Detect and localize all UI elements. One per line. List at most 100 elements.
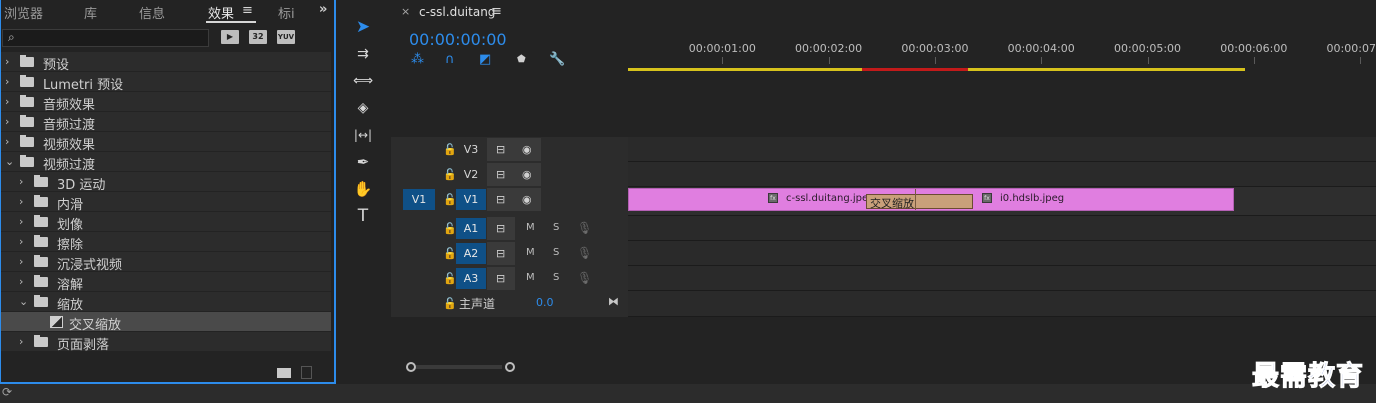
mute-button[interactable]: M bbox=[526, 222, 535, 233]
lock-icon[interactable]: 🔓 bbox=[443, 297, 457, 310]
type-tool-icon[interactable]: T bbox=[349, 204, 377, 228]
sync-lock-icon[interactable]: ⊟ bbox=[496, 193, 505, 206]
lock-icon[interactable]: 🔓 bbox=[443, 222, 457, 235]
mute-button[interactable]: M bbox=[526, 272, 535, 283]
32bit-filter-button[interactable]: 32 bbox=[249, 30, 267, 44]
lock-icon[interactable]: 🔓 bbox=[443, 272, 457, 285]
eye-icon[interactable]: ◉ bbox=[522, 143, 532, 156]
lane-a1[interactable] bbox=[628, 216, 1376, 241]
chevron-down-icon[interactable]: ⌄ bbox=[5, 155, 14, 168]
snap-icon[interactable]: ∩ bbox=[445, 52, 455, 67]
sequence-tab[interactable]: × c-ssl.duitang ≡ bbox=[389, 0, 529, 24]
new-folder-icon[interactable] bbox=[277, 368, 291, 378]
effects-tree-item[interactable]: › 预设 bbox=[1, 52, 331, 73]
effects-tree-item[interactable]: › 视频效果 bbox=[1, 132, 331, 153]
time-ruler[interactable]: 00:00:01:00 00:00:02:00 00:00:03:00 00:00:0… bbox=[628, 24, 1376, 74]
chevron-right-icon[interactable]: › bbox=[19, 255, 23, 268]
pen-tool-icon[interactable]: ✒ bbox=[349, 150, 377, 174]
scroll-handle-right[interactable] bbox=[505, 362, 515, 372]
track-name[interactable]: A3 bbox=[456, 268, 486, 289]
playhead-timecode[interactable]: 00:00:00:00 bbox=[409, 30, 507, 49]
wrench-icon[interactable]: 🔧 bbox=[549, 52, 565, 67]
sync-lock-icon[interactable]: ⊟ bbox=[496, 222, 505, 235]
cross-zoom-transition[interactable]: 交叉缩放 bbox=[866, 194, 973, 210]
microphone-icon[interactable]: 🎙 bbox=[577, 271, 592, 285]
solo-button[interactable]: S bbox=[553, 222, 559, 233]
sync-icon[interactable]: ⟳ bbox=[2, 385, 12, 399]
trash-icon[interactable] bbox=[301, 366, 312, 379]
effects-tree-item[interactable]: › 音频效果 bbox=[1, 92, 331, 113]
effects-tree-item[interactable]: › 内滑 bbox=[1, 192, 331, 213]
razor-tool-icon[interactable]: ◈ bbox=[349, 96, 377, 120]
add-marker-icon[interactable]: ⬟ bbox=[517, 54, 526, 65]
track-name[interactable]: V1 bbox=[456, 189, 486, 210]
sequence-name[interactable]: c-ssl.duitang bbox=[419, 5, 495, 19]
yuv-filter-button[interactable]: YUV bbox=[277, 30, 295, 44]
track-name[interactable]: V2 bbox=[456, 164, 486, 185]
lane-a3[interactable] bbox=[628, 266, 1376, 291]
chevron-right-icon[interactable]: › bbox=[19, 175, 23, 188]
track-select-tool-icon[interactable]: ⇉ bbox=[349, 42, 377, 66]
hand-tool-icon[interactable]: ✋ bbox=[349, 177, 377, 201]
effects-tree-item[interactable]: › 溶解 bbox=[1, 272, 331, 293]
sync-lock-icon[interactable]: ⊟ bbox=[496, 272, 505, 285]
go-to-out-icon[interactable]: ⧓ bbox=[608, 295, 619, 308]
chevron-right-icon[interactable]: › bbox=[19, 235, 23, 248]
close-icon[interactable]: × bbox=[401, 5, 410, 18]
chevron-down-icon[interactable]: ⌄ bbox=[19, 295, 28, 308]
effects-tree-item[interactable]: › Lumetri 预设 bbox=[1, 72, 331, 93]
lane-master[interactable] bbox=[628, 291, 1376, 317]
solo-button[interactable]: S bbox=[553, 247, 559, 258]
sync-lock-icon[interactable]: ⊟ bbox=[496, 247, 505, 260]
tab-markers[interactable]: 标i bbox=[278, 3, 295, 22]
zoom-scrollbar[interactable] bbox=[406, 362, 515, 372]
microphone-icon[interactable]: 🎙 bbox=[577, 221, 592, 235]
lane-v3[interactable] bbox=[628, 137, 1376, 162]
lock-icon[interactable]: 🔓 bbox=[443, 143, 457, 156]
sequence-menu-icon[interactable]: ≡ bbox=[491, 4, 502, 19]
selection-tool-icon[interactable]: ➤ bbox=[349, 15, 377, 39]
chevron-right-icon[interactable]: › bbox=[19, 275, 23, 288]
clip-block[interactable]: fx c-ssl.duitang.jpeg fx i0.hdslb.jpeg 交… bbox=[628, 188, 1234, 211]
scroll-handle-left[interactable] bbox=[406, 362, 416, 372]
scroll-bar[interactable] bbox=[416, 365, 502, 369]
track-name[interactable]: V3 bbox=[456, 139, 486, 160]
tab-browser[interactable]: 浏览器 bbox=[4, 3, 43, 22]
chevron-right-icon[interactable]: › bbox=[5, 75, 9, 88]
effects-tree-item[interactable]: › 3D 运动 bbox=[1, 172, 331, 193]
lock-icon[interactable]: 🔓 bbox=[443, 193, 457, 206]
track-name[interactable]: A1 bbox=[456, 218, 486, 239]
master-volume-value[interactable]: 0.0 bbox=[536, 296, 554, 309]
sync-lock-icon[interactable]: ⊟ bbox=[496, 143, 505, 156]
lane-a2[interactable] bbox=[628, 241, 1376, 266]
chevron-right-icon[interactable]: › bbox=[5, 95, 9, 108]
effects-tree-item[interactable]: › 沉浸式视频 bbox=[1, 252, 331, 273]
eye-icon[interactable]: ◉ bbox=[522, 168, 532, 181]
effects-search-input[interactable]: ⌕ bbox=[2, 29, 209, 47]
nest-sequence-icon[interactable]: ⁂ bbox=[411, 52, 424, 67]
mute-button[interactable]: M bbox=[526, 247, 535, 258]
solo-button[interactable]: S bbox=[553, 272, 559, 283]
tab-effects[interactable]: 效果 bbox=[208, 3, 234, 22]
slip-tool-icon[interactable]: |↔| bbox=[349, 123, 377, 147]
track-name[interactable]: A2 bbox=[456, 243, 486, 264]
source-patch-v1[interactable]: V1 bbox=[403, 189, 435, 210]
lock-icon[interactable]: 🔓 bbox=[443, 247, 457, 260]
lane-v2[interactable] bbox=[628, 162, 1376, 187]
effects-tree-item[interactable]: ⌄ 视频过渡 bbox=[1, 152, 331, 173]
chevron-right-icon[interactable]: › bbox=[5, 135, 9, 148]
chevron-right-icon[interactable]: › bbox=[5, 115, 9, 128]
effects-tree-item[interactable]: › 音频过渡 bbox=[1, 112, 331, 133]
sync-lock-icon[interactable]: ⊟ bbox=[496, 168, 505, 181]
chevron-right-icon[interactable]: › bbox=[19, 215, 23, 228]
effects-tree-item[interactable]: 交叉缩放 bbox=[1, 312, 331, 333]
tab-menu-icon[interactable]: ≡ bbox=[242, 3, 253, 18]
microphone-icon[interactable]: 🎙 bbox=[577, 246, 592, 260]
lane-v1[interactable]: fx c-ssl.duitang.jpeg fx i0.hdslb.jpeg 交… bbox=[628, 187, 1376, 216]
tab-info[interactable]: 信息 bbox=[139, 3, 165, 22]
linked-selection-icon[interactable]: ◩ bbox=[479, 52, 491, 67]
effects-tree-item[interactable]: › 擦除 bbox=[1, 232, 331, 253]
chevron-right-icon[interactable]: › bbox=[19, 195, 23, 208]
eye-icon[interactable]: ◉ bbox=[522, 193, 532, 206]
effects-tree-item[interactable]: › 划像 bbox=[1, 212, 331, 233]
